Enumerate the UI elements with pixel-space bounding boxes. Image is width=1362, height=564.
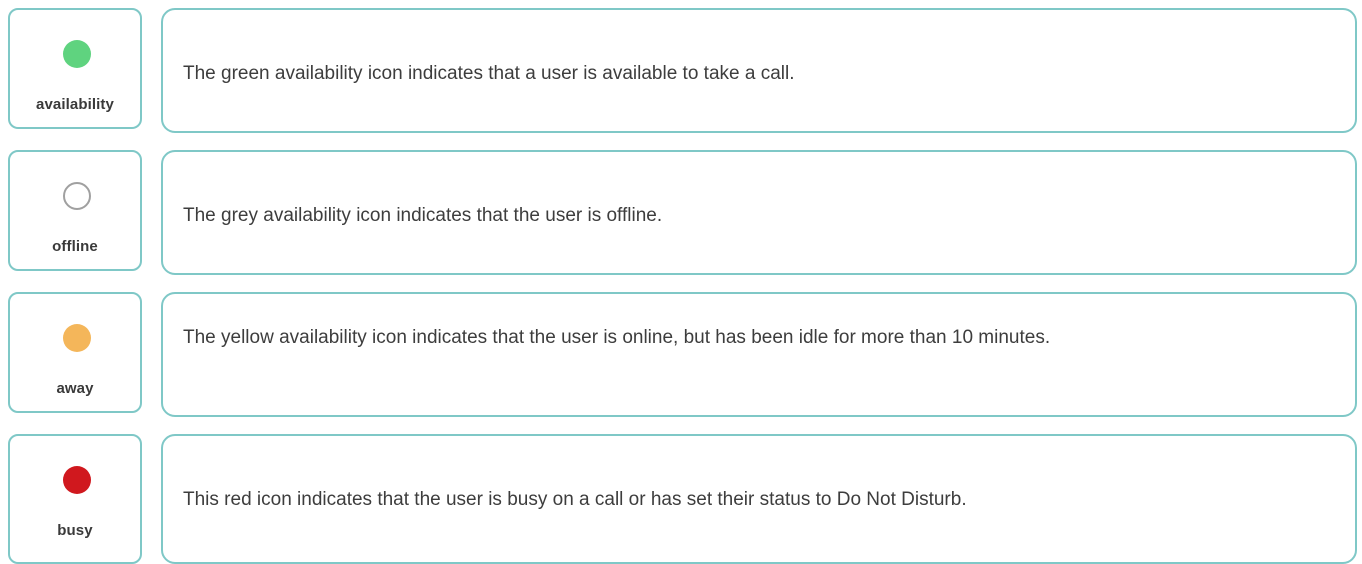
status-description: The yellow availability icon indicates t…	[183, 327, 1051, 348]
status-label-box: offline	[8, 150, 142, 271]
status-label-box: away	[8, 292, 142, 413]
grey-ring-icon	[63, 182, 91, 210]
status-row-availability: availability The green availability icon…	[8, 8, 1357, 133]
status-label-box: availability	[8, 8, 142, 129]
status-description-box: This red icon indicates that the user is…	[161, 434, 1357, 564]
status-label: availability	[36, 96, 114, 113]
status-description: This red icon indicates that the user is…	[183, 489, 967, 510]
green-dot-icon	[63, 40, 91, 68]
status-description-box: The green availability icon indicates th…	[161, 8, 1357, 133]
red-dot-icon	[63, 466, 91, 494]
status-row-offline: offline The grey availability icon indic…	[8, 150, 1357, 275]
status-label: away	[56, 380, 94, 397]
status-description-box: The yellow availability icon indicates t…	[161, 292, 1357, 417]
status-description-box: The grey availability icon indicates tha…	[161, 150, 1357, 275]
status-row-away: away The yellow availability icon indica…	[8, 292, 1357, 417]
status-label: offline	[52, 238, 98, 255]
status-row-busy: busy This red icon indicates that the us…	[8, 434, 1357, 564]
status-label: busy	[57, 522, 93, 539]
status-description: The green availability icon indicates th…	[183, 63, 795, 84]
status-label-box: busy	[8, 434, 142, 564]
status-description: The grey availability icon indicates tha…	[183, 205, 663, 226]
yellow-dot-icon	[63, 324, 91, 352]
